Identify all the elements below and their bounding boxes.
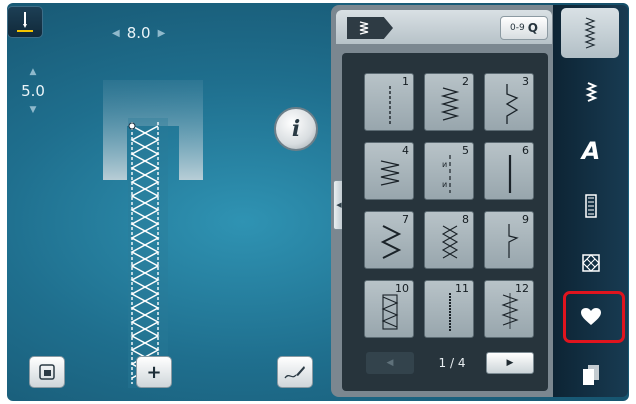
- width-decrease-arrow-icon[interactable]: ◀: [112, 28, 120, 39]
- stitch-cell[interactable]: 1: [364, 73, 414, 131]
- previous-arrow-icon: ◀: [386, 358, 394, 368]
- previous-page-button[interactable]: ◀: [366, 352, 414, 374]
- length-increase-arrow-icon[interactable]: ▲: [16, 66, 50, 78]
- frame-icon: [39, 364, 55, 380]
- chevron-left-icon: ◀: [336, 201, 342, 209]
- svg-text:и: и: [442, 160, 447, 169]
- stitch-length-value: 5.0: [21, 82, 45, 100]
- edit-stitch-button[interactable]: [277, 356, 313, 388]
- triple-straight-stitch-icon: [508, 155, 512, 193]
- svg-text:и: и: [442, 180, 447, 189]
- basting-stitch-icon: ии: [442, 155, 451, 193]
- stitch-cell[interactable]: 2: [424, 73, 474, 131]
- stitch-pattern-icon: [584, 17, 596, 49]
- copy-icon: [583, 365, 599, 385]
- triple-zigzag-stitch-icon: [380, 225, 402, 259]
- pen-icon: [284, 366, 305, 379]
- stitch-cell[interactable]: 8: [424, 211, 474, 269]
- add-button[interactable]: +: [136, 356, 172, 388]
- quilt-stitches-category[interactable]: [562, 240, 620, 286]
- stitch-length-control[interactable]: ▲ 5.0 ▼: [16, 66, 50, 116]
- width-increase-arrow-icon[interactable]: ▶: [158, 28, 166, 39]
- stitch-cell[interactable]: 12: [484, 280, 534, 338]
- selected-stitch-tag[interactable]: [347, 17, 393, 39]
- page-indicator: 1 / 4: [438, 356, 466, 370]
- plus-icon: +: [146, 361, 162, 383]
- running-stitch-icon: [380, 160, 400, 186]
- length-decrease-arrow-icon[interactable]: ▼: [16, 104, 50, 116]
- vari-overlock-stitch-icon: [505, 84, 519, 124]
- quilt-icon: [582, 254, 600, 272]
- buttonhole-icon: [585, 194, 597, 218]
- info-icon: i: [291, 116, 301, 142]
- gathering-stitch-icon: [501, 293, 519, 329]
- needle-position-button[interactable]: [7, 6, 43, 38]
- blind-stitch-icon: [508, 224, 519, 258]
- stitch-width-control[interactable]: ◀ 8.0 ▶: [112, 24, 165, 42]
- personal-program-category[interactable]: [562, 352, 620, 398]
- buttonholes-category[interactable]: [562, 183, 620, 229]
- needle-icon: [17, 12, 33, 32]
- alphabet-icon: A: [581, 137, 601, 165]
- zigzag-icon: [359, 21, 369, 35]
- favorites-highlight: [563, 291, 625, 343]
- stitch-cell[interactable]: 3: [484, 73, 534, 131]
- stitch-menu-button[interactable]: [561, 8, 619, 58]
- super-stretch-stitch-icon: [449, 293, 451, 331]
- stitch-cell[interactable]: 7: [364, 211, 414, 269]
- display-mode-button[interactable]: [29, 356, 65, 388]
- stitch-cell[interactable]: 4: [364, 142, 414, 200]
- double-overlock-stitch-icon: [381, 294, 399, 330]
- info-button[interactable]: i: [274, 107, 318, 151]
- search-button-label: 0-9: [510, 23, 525, 33]
- practical-stitch-icon: [585, 82, 598, 102]
- alphabets-category[interactable]: A: [562, 128, 620, 174]
- stitch-width-value: 8.0: [126, 24, 151, 42]
- stitch-cell[interactable]: 6: [484, 142, 534, 200]
- stitch-pattern-preview: [128, 118, 168, 388]
- stitch-cell[interactable]: 9: [484, 211, 534, 269]
- stitch-cell[interactable]: 5 ии: [424, 142, 474, 200]
- next-arrow-icon: ▶: [506, 358, 514, 368]
- stitch-cell[interactable]: 10: [364, 280, 414, 338]
- practical-stitches-category[interactable]: [562, 70, 620, 116]
- zigzag-stitch-icon: [440, 87, 460, 121]
- next-page-button[interactable]: ▶: [486, 352, 534, 374]
- search-by-number-button[interactable]: 0-9 Q: [500, 16, 548, 40]
- honeycomb-stitch-icon: [441, 225, 459, 259]
- search-icon: Q: [527, 21, 538, 35]
- straight-stitch-icon: [389, 86, 391, 124]
- stitch-cell[interactable]: 11: [424, 280, 474, 338]
